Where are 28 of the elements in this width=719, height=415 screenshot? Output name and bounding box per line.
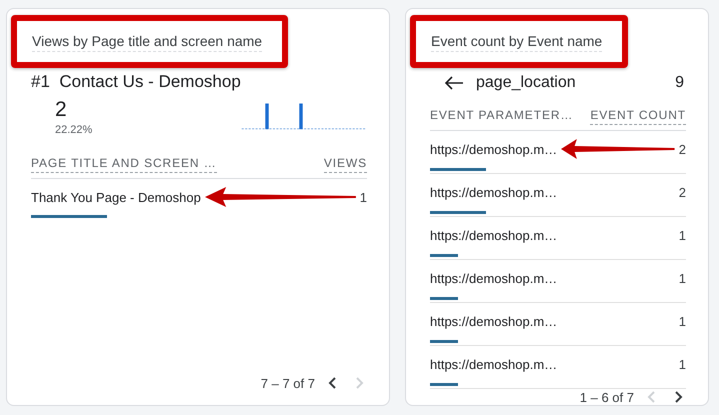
- column-header[interactable]: PAGE TITLE AND SCREEN …: [31, 156, 217, 173]
- back-arrow-icon[interactable]: [444, 76, 464, 90]
- parameter-name: page_location: [476, 74, 576, 92]
- row-label: https://demoshop.m…: [430, 184, 558, 200]
- row-label: https://demoshop.m…: [430, 314, 558, 328]
- top-item-value: 2: [55, 98, 68, 122]
- row-label: https://demoshop.m…: [430, 142, 558, 156]
- row-value: 1: [678, 356, 686, 372]
- column-header[interactable]: VIEWS: [324, 156, 367, 173]
- row-label: https://demoshop.m…: [430, 356, 558, 372]
- card-title: Views by Page title and screen name: [32, 33, 262, 52]
- row-value: 1: [678, 314, 686, 328]
- column-header[interactable]: EVENT PARAMETER…: [430, 108, 574, 125]
- pagination-range: 7 – 7 of 7: [260, 376, 315, 390]
- row-value: 2: [678, 184, 686, 200]
- row-value: 1: [360, 190, 367, 204]
- row-label: https://demoshop.m…: [430, 228, 558, 242]
- card-title: Event count by Event name: [431, 33, 602, 52]
- pagination-range: 1 – 6 of 7: [580, 390, 634, 404]
- column-header[interactable]: EVENT COUNT: [590, 108, 686, 125]
- top-item-share: 22.22%: [55, 124, 94, 136]
- row-value: 1: [678, 228, 686, 242]
- row-value: 1: [678, 270, 686, 286]
- row-value: 2: [678, 142, 686, 156]
- top-item-name: #1 Contact Us - Demoshop: [31, 72, 241, 92]
- parameter-total: 9: [675, 74, 684, 92]
- row-label: https://demoshop.m…: [430, 270, 558, 286]
- row-label: Thank You Page - Demoshop: [31, 190, 201, 204]
